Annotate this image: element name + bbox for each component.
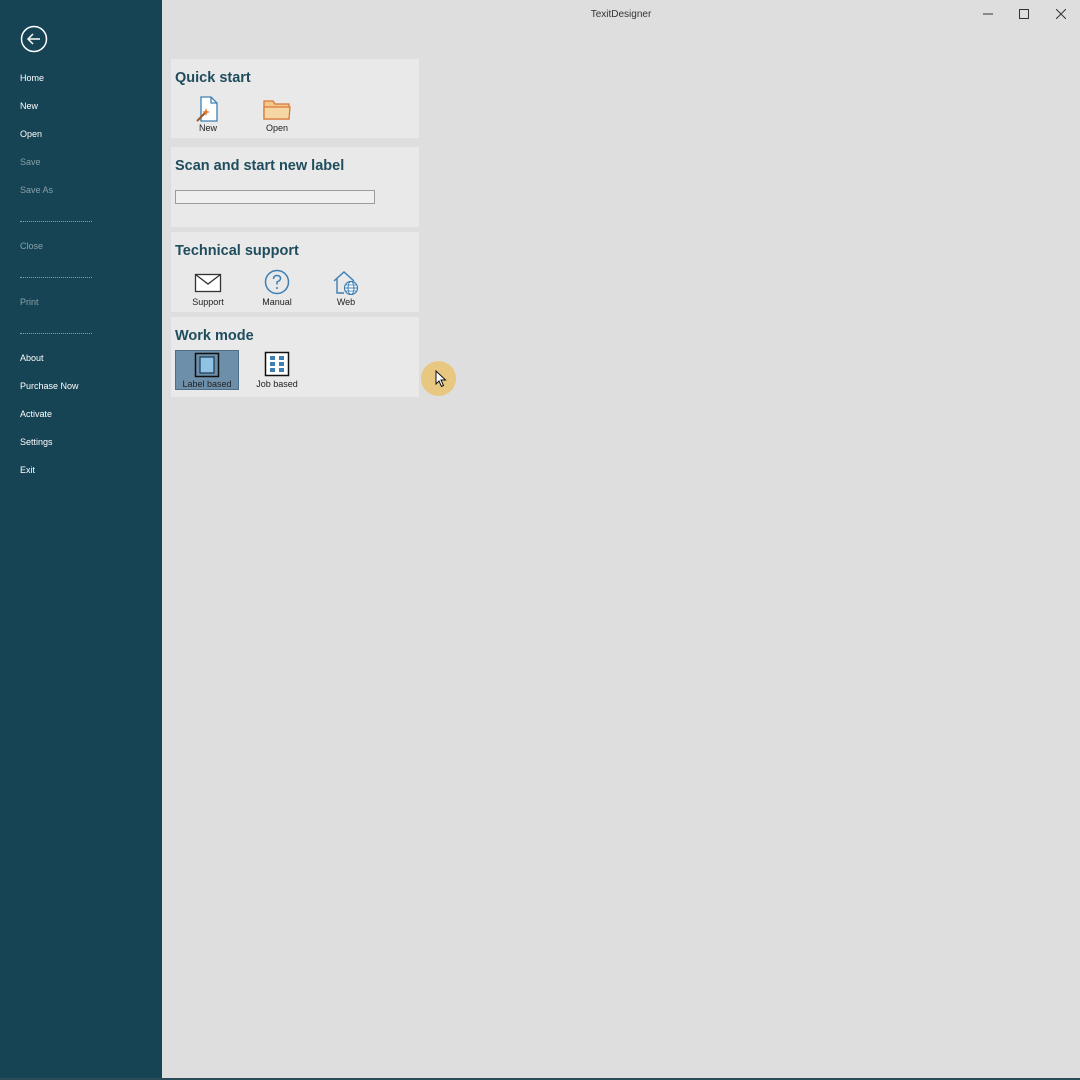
- new-label: New: [198, 123, 217, 133]
- scan-input[interactable]: [175, 190, 375, 204]
- sidebar-item-open[interactable]: Open: [20, 128, 42, 140]
- folder-icon: [263, 100, 291, 120]
- back-arrow-icon: [20, 25, 48, 53]
- quick-start-title: Quick start: [175, 70, 251, 86]
- sidebar-separator: [20, 221, 92, 222]
- maximize-icon: [1019, 9, 1029, 19]
- window-title: TexitDesigner: [590, 9, 652, 20]
- web-label: Web: [336, 297, 356, 307]
- single-label-icon: [194, 352, 220, 378]
- sidebar-item-purchase-now[interactable]: Purchase Now: [20, 380, 79, 392]
- technical-support-title: Technical support: [175, 243, 299, 259]
- job-based-button[interactable]: Job based: [245, 351, 309, 391]
- manual-button[interactable]: Manual: [245, 268, 309, 308]
- quick-start-panel: Quick start New Open: [171, 59, 419, 138]
- sidebar-item-new[interactable]: New: [20, 100, 38, 112]
- job-based-label: Job based: [256, 379, 298, 389]
- sidebar-separator: [20, 333, 92, 334]
- open-label: Open: [265, 123, 289, 133]
- work-mode-panel: Work mode Label based Job based: [171, 317, 419, 397]
- maximize-button[interactable]: [1011, 4, 1037, 24]
- grid-labels-icon: [264, 351, 290, 377]
- sidebar-item-activate[interactable]: Activate: [20, 408, 52, 420]
- mail-icon: [194, 273, 222, 293]
- open-button[interactable]: Open: [245, 94, 309, 134]
- sidebar-item-settings[interactable]: Settings: [20, 436, 53, 448]
- title-bar: TexitDesigner: [162, 0, 1080, 28]
- support-button[interactable]: Support: [176, 268, 240, 308]
- label-based-label: Label based: [182, 379, 232, 389]
- label-based-button[interactable]: Label based: [175, 350, 239, 390]
- mouse-cursor-icon: [435, 370, 447, 388]
- manual-label: Manual: [262, 297, 292, 307]
- minimize-icon: [983, 13, 993, 15]
- scan-panel: Scan and start new label: [171, 147, 419, 227]
- minimize-button[interactable]: [975, 4, 1001, 24]
- work-mode-title: Work mode: [175, 328, 254, 344]
- sidebar-item-home[interactable]: Home: [20, 72, 44, 84]
- sidebar: Home New Open Save Save As Close Print A…: [0, 0, 162, 1080]
- back-button[interactable]: [20, 25, 48, 53]
- web-home-icon: [333, 271, 359, 295]
- support-label: Support: [192, 297, 224, 307]
- sidebar-item-close: Close: [20, 241, 44, 251]
- help-icon: [264, 269, 290, 295]
- technical-support-panel: Technical support Support Manual Web: [171, 232, 419, 312]
- sidebar-item-save: Save: [20, 157, 41, 167]
- new-button[interactable]: New: [176, 94, 240, 134]
- scan-title: Scan and start new label: [175, 158, 345, 174]
- sidebar-item-about[interactable]: About: [20, 352, 44, 364]
- web-button[interactable]: Web: [314, 268, 378, 308]
- sidebar-separator: [20, 277, 92, 278]
- close-button[interactable]: [1048, 4, 1074, 24]
- close-icon: [1056, 9, 1066, 19]
- sidebar-item-save-as: Save As: [20, 185, 54, 195]
- new-document-icon: [196, 96, 218, 122]
- sidebar-item-exit[interactable]: Exit: [20, 464, 35, 476]
- sidebar-item-print: Print: [20, 297, 39, 307]
